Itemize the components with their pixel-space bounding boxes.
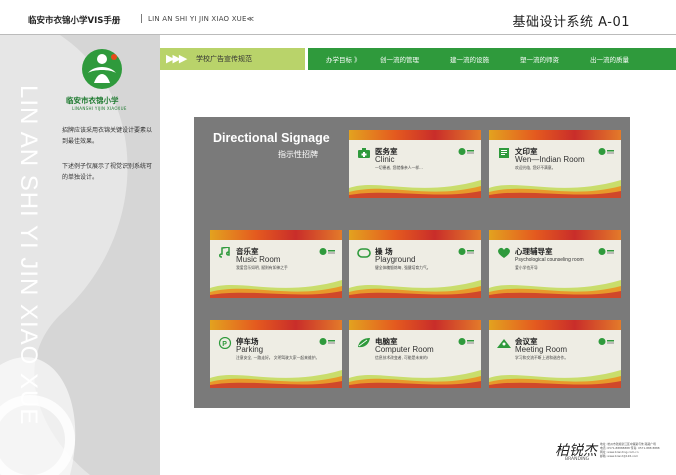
sign-wave-decoration — [210, 280, 342, 298]
sign-note: 欢迎光临, 您好不满意。 — [515, 165, 556, 170]
medical-kit-icon — [358, 148, 370, 158]
sign-top-band — [349, 130, 481, 140]
current-section-label: 学校广告宣传规范 — [196, 55, 252, 63]
school-badge-icon — [458, 338, 474, 345]
sign-music-room: 音乐室 Music Room 我爱音乐如明, 赋则有如神之手 — [210, 230, 342, 298]
school-badge-icon — [598, 148, 614, 155]
school-badge-icon — [598, 248, 614, 255]
sign-wave-decoration — [489, 280, 621, 298]
sign-title-en: Computer Room — [375, 345, 434, 354]
contact-line: 邮箱: www.brand@126.com — [600, 454, 639, 458]
header-separator: | — [140, 14, 143, 24]
sign-computer-room: 电脑室 Computer Room 信息技术改变者, 可能是未来的! — [349, 320, 481, 388]
sign-top-band — [349, 230, 481, 240]
sign-title-en: Meeting Room — [515, 345, 568, 354]
motto-item: 出一流的质量 — [590, 56, 629, 64]
sign-note: 一切患者, 您就像亲人一样... — [375, 165, 423, 170]
sign-note: 爱小学也开导 — [515, 265, 538, 270]
sign-title-en: Wen—Indian Room — [515, 155, 585, 164]
motto-item: 建一流的设施 — [450, 56, 489, 64]
sign-note: 信息技术改变者, 可能是未来的! — [375, 355, 429, 360]
contact-info: 地址: 杭州市钱塘新江区中策路与朱 路路广场 电话: 0571-88888888… — [600, 442, 670, 458]
sign-note: 健全体魄锻炼每, 强健培育力气。 — [375, 265, 431, 270]
school-logo-icon — [82, 49, 122, 89]
panel-title: Directional Signage — [213, 131, 330, 145]
description-paragraph-1: 招牌应该采用衣锦关键设计要素以到最佳效果。 — [62, 127, 153, 145]
sign-top-band — [349, 320, 481, 330]
triple-arrow-icon: ▶▶▶ — [166, 52, 187, 65]
sign-title-cn: 心理辅导室 — [515, 247, 553, 256]
sign-note: 我爱音乐如明, 赋则有如神之手 — [236, 265, 288, 270]
sign-counseling-room: 心理辅导室 Psychological counseling room 爱小学也… — [489, 230, 621, 298]
motto-heading: 办学目标 》 — [326, 56, 361, 64]
sign-wave-decoration — [349, 280, 481, 298]
current-section-tab[interactable]: ▶▶▶ 学校广告宣传规范 — [160, 48, 305, 70]
school-badge-icon — [598, 338, 614, 345]
school-badge-icon — [319, 248, 335, 255]
sign-parking: P 停车场 Parking 注意安全, 一路走好。 文明驾驶大家一起来维护。 — [210, 320, 342, 388]
sign-wave-decoration — [349, 180, 481, 198]
sign-clinic: 医务室 Clinic 一切患者, 您就像亲人一样... — [349, 130, 481, 198]
meeting-icon — [497, 339, 511, 348]
school-name: 临安市衣锦小学 — [66, 96, 119, 105]
sign-top-band — [489, 130, 621, 140]
sign-title-en: Clinic — [375, 155, 395, 164]
motto-item: 塑一流的师资 — [520, 56, 559, 64]
heart-icon — [498, 247, 510, 258]
panel-subtitle: 指示性招牌 — [278, 150, 318, 159]
manual-title: 临安市衣锦小学VIS手册 — [28, 16, 121, 26]
sign-playground: 操 场 Playground 健全体魄锻炼每, 强健培育力气。 — [349, 230, 481, 298]
header-subtitle: LIN AN SHI YI JIN XIAO XUE≪ — [148, 15, 255, 23]
school-pinyin: LINANSHI YIJIN XIAOXUE — [72, 106, 127, 111]
sign-wave-decoration — [210, 370, 342, 388]
sign-wave-decoration — [349, 370, 481, 388]
description-paragraph-2: 下述例子仅展示了视觉识别系统可的单独设计。 — [62, 163, 153, 181]
sign-title-en: Parking — [236, 345, 264, 354]
sign-title-en: Music Room — [236, 255, 281, 264]
sign-wave-decoration — [489, 370, 621, 388]
designer-brand: BRANDING — [565, 457, 590, 462]
school-badge-icon — [458, 148, 474, 155]
motto-item: 创一流的管理 — [380, 56, 419, 64]
section-code: 基础设计系统 A-01 — [512, 15, 630, 30]
sign-note: 学习和交流不断上进和谐合作。 — [515, 355, 569, 360]
school-badge-icon — [458, 248, 474, 255]
leaf-icon — [358, 338, 370, 348]
sign-top-band — [489, 230, 621, 240]
sign-meeting-room: 会议室 Meeting Room 学习和交流不断上进和谐合作。 — [489, 320, 621, 388]
music-note-icon — [219, 247, 230, 258]
sign-print-room: 文印室 Wen—Indian Room 欢迎光临, 您好不满意。 — [489, 130, 621, 198]
header: 临安市衣锦小学VIS手册 | LIN AN SHI YI JIN XIAO XU… — [0, 0, 676, 40]
signage-panel: Directional Signage 指示性招牌 医务室 Clinic 一切患… — [194, 117, 630, 408]
playground-icon — [357, 248, 371, 258]
parking-icon: P — [218, 337, 232, 349]
sign-note: 注意安全, 一路走好。 文明驾驶大家一起来维护。 — [236, 355, 320, 360]
document-icon — [499, 148, 509, 158]
vertical-school-pinyin: LIN AN SHI YI JIN XIAO XUE — [15, 85, 42, 426]
motto-bar: 办学目标 》 创一流的管理 建一流的设施 塑一流的师资 出一流的质量 — [308, 48, 676, 70]
sign-title-en: Playground — [375, 255, 416, 264]
sign-top-band — [210, 320, 342, 330]
sign-top-band — [210, 230, 342, 240]
sign-title-en: Psychological counseling room — [515, 257, 584, 263]
school-badge-icon — [319, 338, 335, 345]
sidebar: LIN AN SHI YI JIN XIAO XUE 临安市衣锦小学 LINAN… — [0, 35, 160, 475]
sign-wave-decoration — [489, 180, 621, 198]
svg-text:P: P — [222, 341, 227, 348]
sign-top-band — [489, 320, 621, 330]
